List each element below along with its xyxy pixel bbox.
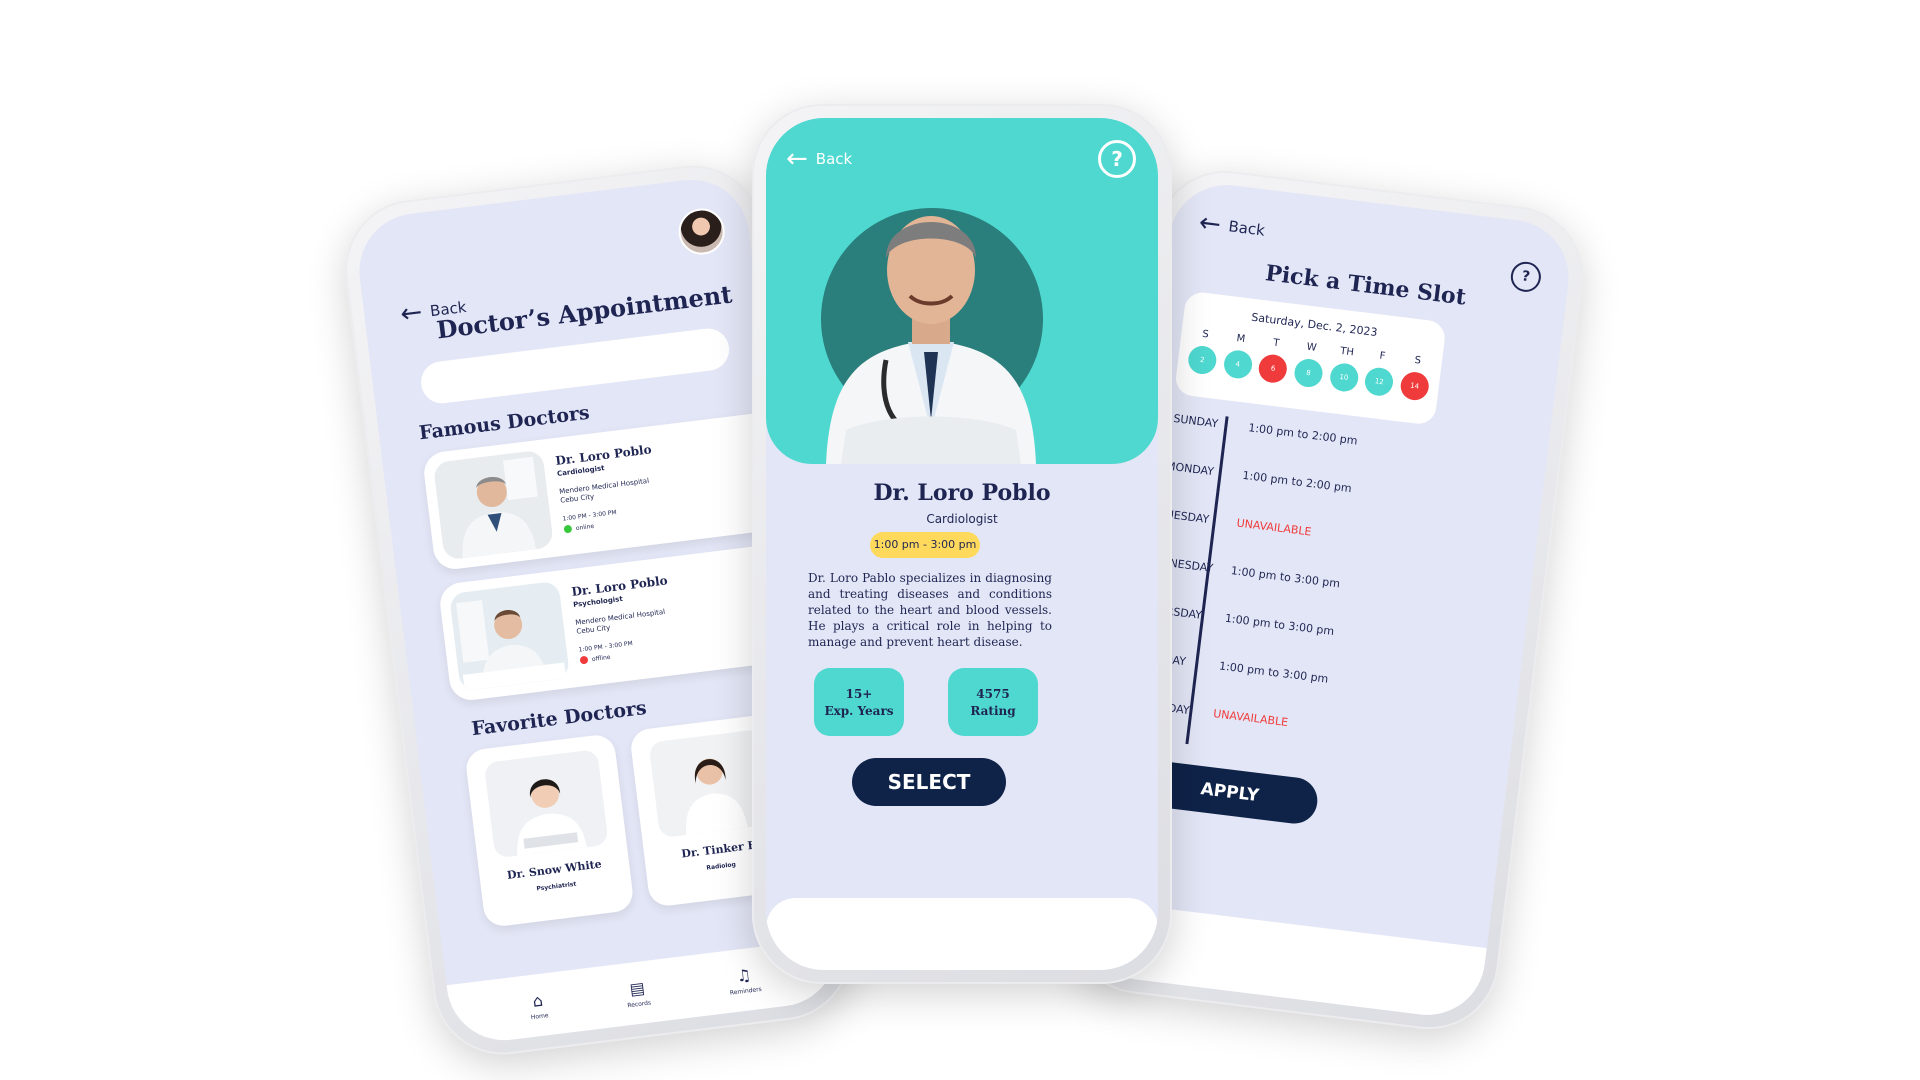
help-button[interactable]: ?	[1098, 140, 1136, 178]
tab-reminders[interactable]: ♫ Reminders	[727, 964, 762, 997]
doctor-detail-screen: ← Back ? Dr. Loro Poblo Cardiologist 1:0…	[766, 118, 1158, 970]
back-button[interactable]: ← Back	[1197, 207, 1266, 244]
day-label: S	[1413, 354, 1422, 367]
doctor-description: Dr. Loro Pablo specializes in diagnosing…	[808, 571, 1052, 649]
day-number: 6	[1257, 353, 1289, 385]
schedule-row[interactable]: WEDNESDAY 1:00 pm to 3:00 pm	[1139, 553, 1418, 600]
back-label: Back	[815, 150, 853, 168]
schedule-row[interactable]: TUESDAY UNAVAILABLE	[1145, 505, 1424, 552]
day-sunday[interactable]: S2	[1186, 328, 1220, 376]
experience-stat: 15+ Exp. Years	[814, 668, 904, 736]
rating-value: 4575	[976, 687, 1010, 701]
online-status-icon	[563, 524, 573, 534]
day-label: F	[1378, 350, 1386, 363]
doctor-photo	[483, 749, 609, 859]
back-arrow-icon: ←	[398, 297, 425, 330]
day-number: 2	[1186, 344, 1218, 376]
day-number: 8	[1292, 357, 1325, 389]
rating-stat: 4575 Rating	[948, 668, 1038, 736]
doctor-photo	[448, 580, 571, 692]
home-icon: ⌂	[531, 990, 544, 1011]
records-icon: ▤	[628, 977, 646, 999]
experience-value: 15+	[845, 687, 873, 701]
day-tuesday[interactable]: T6	[1257, 336, 1290, 385]
schedule-slot: 1:00 pm to 2:00 pm	[1241, 468, 1353, 496]
day-wednesday[interactable]: W8	[1292, 341, 1326, 389]
day-label: M	[1235, 333, 1246, 346]
day-thursday[interactable]: TH 10	[1328, 345, 1361, 393]
schedule-slot-unavailable: UNAVAILABLE	[1212, 707, 1289, 730]
experience-label: Exp. Years	[824, 704, 894, 718]
rating-label: Rating	[970, 704, 1016, 718]
schedule-row[interactable]: MONDAY 1:00 pm to 2:00 pm	[1150, 458, 1429, 505]
favorite-doctors-title: Favorite Doctors	[470, 696, 648, 741]
schedule-slot-unavailable: UNAVAILABLE	[1235, 516, 1313, 539]
footer-bar	[766, 898, 1158, 970]
avatar[interactable]	[676, 205, 728, 258]
favorite-doctor-card[interactable]: Dr. Snow White Psychiatrist	[464, 733, 635, 929]
doctor-photo	[432, 449, 554, 561]
week-calendar: Saturday, Dec. 2, 2023 S2 M4 T6 W8 TH 10 …	[1173, 290, 1447, 426]
day-number: 14	[1399, 370, 1431, 402]
day-saturday[interactable]: S 14	[1399, 354, 1432, 402]
bell-icon: ♫	[735, 964, 753, 986]
back-label: Back	[1227, 217, 1266, 240]
schedule-slot: 1:00 pm to 3:00 pm	[1230, 564, 1341, 591]
back-arrow-icon: ←	[786, 144, 808, 174]
tab-records-label: Records	[626, 998, 652, 1009]
tab-home[interactable]: ⌂ Home	[528, 990, 549, 1021]
offline-status-icon	[579, 655, 589, 665]
help-icon: ?	[1111, 147, 1123, 171]
help-button[interactable]: ?	[1509, 260, 1543, 294]
back-arrow-icon: ←	[1197, 207, 1223, 241]
day-monday[interactable]: M4	[1222, 332, 1255, 380]
back-button[interactable]: ← Back	[786, 146, 852, 172]
status-text: offline	[591, 653, 611, 663]
tab-reminders-label: Reminders	[729, 985, 763, 997]
day-label: W	[1306, 341, 1318, 354]
day-label: S	[1201, 328, 1210, 341]
hours-badge: 1:00 pm - 3:00 pm	[870, 532, 980, 558]
day-number: 12	[1363, 366, 1395, 398]
day-friday[interactable]: F 12	[1363, 349, 1397, 398]
schedule-slot: 1:00 pm to 3:00 pm	[1224, 611, 1335, 639]
day-label: T	[1272, 337, 1280, 350]
schedule-row[interactable]: THURSDAY 1:00 pm to 3:00 pm	[1133, 601, 1412, 648]
help-icon: ?	[1520, 268, 1531, 286]
tab-home-label: Home	[530, 1011, 549, 1021]
schedule-slot: 1:00 pm to 3:00 pm	[1218, 659, 1329, 686]
doctor-portrait	[826, 216, 1036, 464]
status-text: online	[575, 522, 595, 532]
day-number: 4	[1222, 348, 1254, 380]
phone-center: ← Back ? Dr. Loro Poblo Cardiologist 1:0…	[752, 104, 1172, 984]
doctor-specialty: Cardiologist	[926, 512, 998, 526]
day-number: 10	[1328, 361, 1360, 393]
doctor-hero: ← Back ?	[766, 118, 1158, 464]
schedule-slot: 1:00 pm to 2:00 pm	[1247, 421, 1359, 448]
tab-records[interactable]: ▤ Records	[624, 977, 652, 1009]
day-label: TH	[1339, 345, 1355, 359]
select-button[interactable]: SELECT	[852, 758, 1006, 806]
doctor-name: Dr. Loro Poblo	[873, 480, 1051, 506]
